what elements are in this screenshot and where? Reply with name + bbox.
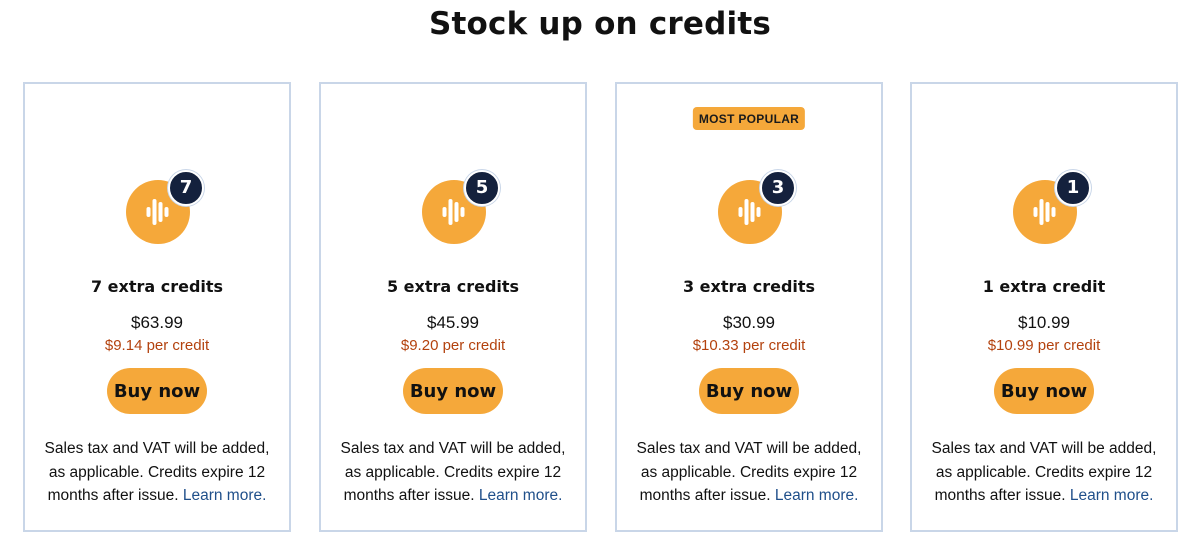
buy-now-button[interactable]: Buy now: [994, 368, 1094, 414]
credit-icon-group: 3: [718, 170, 796, 244]
pricing-card-1-credit: 1 1 extra credit $10.99 $10.99 per credi…: [910, 82, 1178, 532]
tax-note: Sales tax and VAT will be added, as appl…: [335, 437, 571, 508]
credit-count-badge: 1: [1055, 170, 1091, 206]
per-credit-price: $9.14 per credit: [104, 337, 210, 354]
pricing-cards: 7 7 extra credits $63.99 $9.14 per credi…: [23, 82, 1178, 532]
pricing-card-7-credits: 7 7 extra credits $63.99 $9.14 per credi…: [23, 82, 291, 532]
learn-more-link[interactable]: Learn more.: [479, 487, 563, 504]
plan-price: $10.99: [1018, 313, 1070, 332]
credit-icon-group: 5: [422, 170, 500, 244]
plan-title: 1 extra credit: [982, 277, 1106, 296]
credit-count-badge: 7: [168, 170, 204, 206]
buy-now-button[interactable]: Buy now: [107, 368, 207, 414]
tax-note: Sales tax and VAT will be added, as appl…: [39, 437, 275, 508]
page-title: Stock up on credits: [428, 6, 771, 42]
learn-more-link[interactable]: Learn more.: [183, 487, 267, 504]
learn-more-link[interactable]: Learn more.: [775, 487, 859, 504]
plan-price: $63.99: [131, 313, 183, 332]
pricing-card-3-credits: MOST POPULAR 3 3 extra credits $30.99 $1…: [615, 82, 883, 532]
credit-count-badge: 5: [464, 170, 500, 206]
buy-now-button[interactable]: Buy now: [699, 368, 799, 414]
per-credit-price: $10.33 per credit: [692, 337, 806, 354]
credit-count-badge: 3: [760, 170, 796, 206]
most-popular-badge: MOST POPULAR: [692, 107, 806, 130]
per-credit-price: $9.20 per credit: [400, 337, 506, 354]
tax-note: Sales tax and VAT will be added, as appl…: [926, 437, 1162, 508]
learn-more-link[interactable]: Learn more.: [1070, 487, 1154, 504]
per-credit-price: $10.99 per credit: [987, 337, 1101, 354]
tax-note: Sales tax and VAT will be added, as appl…: [631, 437, 867, 508]
plan-title: 5 extra credits: [386, 277, 520, 296]
plan-title: 7 extra credits: [90, 277, 224, 296]
credit-icon-group: 1: [1013, 170, 1091, 244]
plan-price: $45.99: [427, 313, 479, 332]
plan-title: 3 extra credits: [682, 277, 816, 296]
plan-price: $30.99: [723, 313, 775, 332]
pricing-card-5-credits: 5 5 extra credits $45.99 $9.20 per credi…: [319, 82, 587, 532]
credit-icon-group: 7: [126, 170, 204, 244]
buy-now-button[interactable]: Buy now: [403, 368, 503, 414]
